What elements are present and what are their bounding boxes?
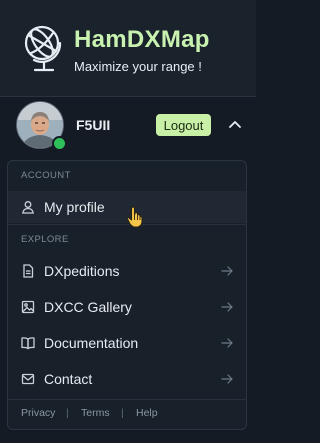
arrow-right-icon [221,374,233,384]
footer-separator: | [66,407,69,419]
menu-item-label: DXCC Gallery [44,299,132,315]
footer-separator: | [121,407,124,419]
header-divider [0,96,256,97]
app-tagline: Maximize your range ! [74,59,202,74]
footer-divider [8,399,246,400]
chevron-up-icon[interactable] [227,117,243,133]
user-menu-dropdown: ACCOUNT My profile EXPLORE DXpeditions D… [7,160,247,430]
arrow-right-icon [221,266,233,276]
menu-item-dxpeditions[interactable]: DXpeditions [8,255,246,287]
book-icon [21,337,35,350]
logout-button[interactable]: Logout [156,114,211,136]
menu-item-label: Contact [44,371,93,387]
menu-item-label: My profile [44,199,105,215]
footer-link-terms[interactable]: Terms [81,407,110,419]
image-icon [21,300,35,314]
arrow-right-icon [221,338,233,348]
username: F5UII [76,117,111,133]
footer-link-privacy[interactable]: Privacy [21,407,55,419]
arrow-right-icon [221,302,233,312]
hand-pointer-cursor-icon [126,206,143,228]
menu-item-contact[interactable]: Contact [8,363,246,395]
footer-link-help[interactable]: Help [136,407,158,419]
globe-icon [24,25,62,72]
mail-icon [21,373,35,385]
section-label-explore: EXPLORE [21,234,69,245]
app-title: HamDXMap [74,26,210,53]
menu-item-documentation[interactable]: Documentation [8,327,246,359]
section-label-account: ACCOUNT [21,170,71,181]
document-icon [23,264,34,278]
online-status-indicator [52,136,67,151]
menu-item-dxcc-gallery[interactable]: DXCC Gallery [8,291,246,323]
menu-item-label: Documentation [44,335,139,351]
menu-item-label: DXpeditions [44,263,120,279]
app-header: HamDXMap Maximize your range ! [0,0,256,96]
user-icon [22,201,34,214]
